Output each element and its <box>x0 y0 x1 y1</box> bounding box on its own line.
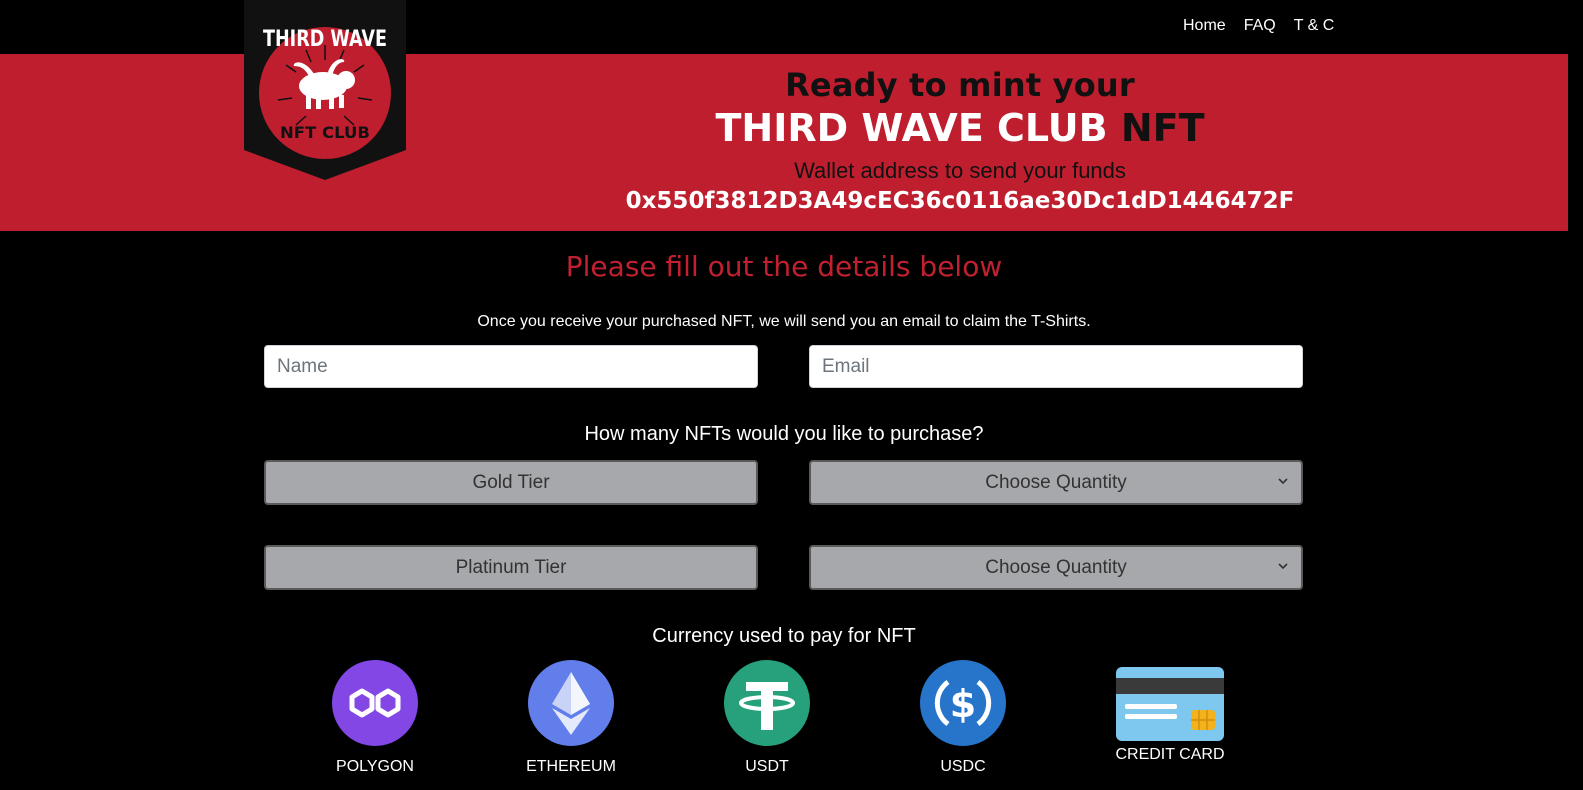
gold-tier-label: Gold Tier <box>264 460 758 505</box>
form-note: Once you receive your purchased NFT, we … <box>477 313 1091 330</box>
credit-card-icon <box>1116 667 1224 741</box>
currency-label-credit-card: CREDIT CARD <box>1115 746 1225 763</box>
name-input[interactable] <box>264 345 758 388</box>
currency-option-usdc[interactable]: $ USDC <box>873 660 1053 776</box>
quantity-question: How many NFTs would you like to purchase… <box>584 423 984 445</box>
gold-quantity-value: Choose Quantity <box>985 472 1127 493</box>
gold-quantity-select[interactable]: Choose Quantity <box>809 460 1303 505</box>
polygon-icon <box>332 660 418 746</box>
hero-title-club: THIRD WAVE CLUB <box>715 106 1121 150</box>
logo-badge-icon: THIRD WAVE NFT CLUB <box>244 0 406 180</box>
top-navbar: Home FAQ T & C <box>0 0 1583 54</box>
currency-option-ethereum[interactable]: ETHEREUM <box>481 660 661 776</box>
form-title: Please fill out the details below <box>565 250 1003 283</box>
chevron-down-icon <box>1277 462 1289 519</box>
tether-icon <box>724 660 810 746</box>
wallet-address: 0x550f3812D3A49cEC36c0116ae30Dc1dD144647… <box>625 188 1295 214</box>
currency-label-usdc: USDC <box>940 758 986 775</box>
hero-banner: Ready to mint your THIRD WAVE CLUB NFT W… <box>0 54 1568 231</box>
currency-label-ethereum: ETHEREUM <box>526 758 616 775</box>
platinum-quantity-value: Choose Quantity <box>985 557 1127 578</box>
hero-title-nft: NFT <box>1120 106 1205 150</box>
hero-title: THIRD WAVE CLUB NFT <box>560 106 1360 150</box>
nav-home-link[interactable]: Home <box>1183 17 1226 35</box>
page: Home FAQ T & C Ready to mint your THIRD … <box>0 0 1583 790</box>
nav-faq-link[interactable]: FAQ <box>1244 17 1276 35</box>
currency-option-polygon[interactable]: POLYGON <box>285 660 465 776</box>
currency-option-usdt[interactable]: USDT <box>677 660 857 776</box>
svg-text:$: $ <box>950 682 976 726</box>
platinum-tier-label: Platinum Tier <box>264 545 758 590</box>
currency-label-usdt: USDT <box>745 758 789 775</box>
email-input[interactable] <box>809 345 1303 388</box>
logo-text-top: THIRD WAVE <box>263 27 387 52</box>
wallet-address-label: Wallet address to send your funds <box>794 158 1126 183</box>
ethereum-icon <box>528 660 614 746</box>
usdc-icon: $ <box>920 660 1006 746</box>
platinum-quantity-select[interactable]: Choose Quantity <box>809 545 1303 590</box>
hero-heading: Ready to mint your <box>785 66 1135 104</box>
currency-title: Currency used to pay for NFT <box>652 625 916 647</box>
currency-option-credit-card[interactable]: CREDIT CARD <box>1080 660 1260 764</box>
logo-text-bottom: NFT CLUB <box>280 123 370 142</box>
nav-terms-link[interactable]: T & C <box>1294 17 1335 35</box>
nav-links: Home FAQ T & C <box>1183 17 1334 35</box>
currency-label-polygon: POLYGON <box>336 758 414 775</box>
third-wave-nft-club-logo[interactable]: THIRD WAVE NFT CLUB <box>244 0 406 180</box>
chevron-down-icon <box>1277 547 1289 604</box>
